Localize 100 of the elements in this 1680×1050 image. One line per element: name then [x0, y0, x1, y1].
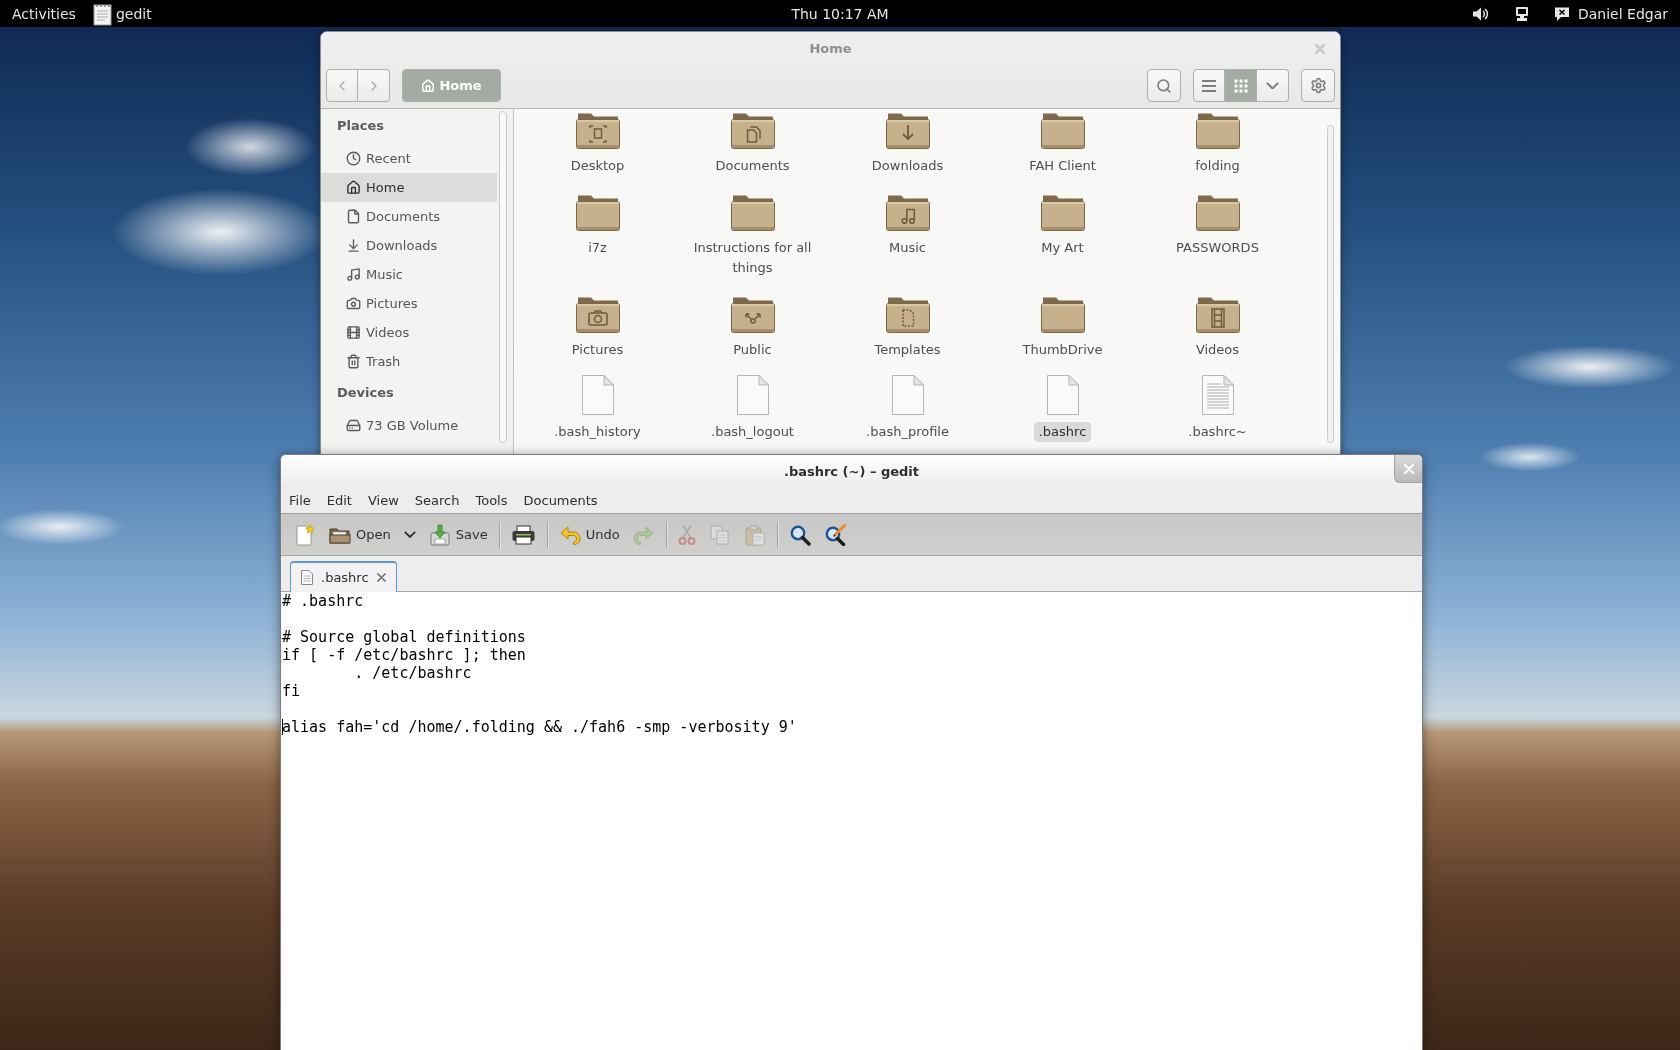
- list-view-button[interactable]: [1193, 69, 1225, 102]
- settings-button[interactable]: [1301, 69, 1335, 102]
- file-name[interactable]: Music: [884, 238, 931, 258]
- close-icon: [1403, 463, 1414, 474]
- folder-icon[interactable]: [1194, 194, 1241, 232]
- clipboard-icon: [743, 523, 766, 546]
- music-note-icon: [346, 267, 361, 282]
- view-menu-button[interactable]: [1257, 69, 1289, 102]
- file-name[interactable]: FAH Client: [1024, 156, 1101, 176]
- blank-file-icon[interactable]: [1045, 374, 1080, 416]
- undo-button[interactable]: Undo: [553, 517, 625, 552]
- file-name[interactable]: .bash_logout: [706, 422, 799, 442]
- sidebar-item[interactable]: Documents: [321, 202, 497, 231]
- blank-file-icon[interactable]: [580, 374, 615, 416]
- home-icon: [346, 180, 361, 195]
- arrow-into-tray-icon: [428, 523, 451, 546]
- folder-icon[interactable]: [729, 194, 776, 232]
- file-name[interactable]: Templates: [869, 340, 946, 360]
- clock-icon: [346, 151, 361, 166]
- sidebar-item[interactable]: Home: [321, 173, 497, 202]
- folder-icon[interactable]: [1039, 296, 1086, 334]
- file-name[interactable]: Public: [728, 340, 777, 360]
- folder-with-arrows-icon[interactable]: [729, 296, 776, 334]
- file-name[interactable]: Pictures: [566, 340, 629, 360]
- code-line: if [ -f /etc/bashrc ]; then: [282, 646, 526, 664]
- file-name[interactable]: Instructions for all things: [679, 238, 826, 278]
- text-file-icon[interactable]: [1200, 374, 1235, 416]
- file-name[interactable]: .bash_profile: [861, 422, 954, 442]
- close-button[interactable]: [1394, 455, 1422, 483]
- file-name[interactable]: Documents: [710, 156, 795, 176]
- tab[interactable]: .bashrc: [290, 561, 397, 592]
- search-button[interactable]: [1147, 69, 1181, 102]
- file-name[interactable]: .bashrc~: [1183, 422, 1252, 442]
- search-icon: [1156, 77, 1172, 94]
- window-title: Home: [809, 41, 852, 56]
- code-line: alias fah='cd /home/.folding && ./fah6 -smp -verbosity 9': [282, 718, 797, 736]
- file-name[interactable]: .bashrc: [1033, 422, 1092, 442]
- menu-item[interactable]: Documents: [515, 487, 606, 513]
- folder-with-camera-icon[interactable]: [574, 296, 621, 334]
- scissors-icon: [677, 523, 696, 546]
- folder-with-page-icon[interactable]: [574, 112, 621, 150]
- sidebar-item[interactable]: Downloads: [321, 231, 497, 260]
- file-name[interactable]: Videos: [1190, 340, 1245, 360]
- open-button[interactable]: Open: [324, 517, 396, 552]
- sidebar-item[interactable]: Trash: [321, 347, 497, 376]
- file-name[interactable]: i7z: [583, 238, 612, 258]
- folder-icon[interactable]: [574, 194, 621, 232]
- grid-view-button[interactable]: [1225, 69, 1257, 102]
- notepad-icon: [91, 1, 114, 26]
- file-name[interactable]: PASSWORDS: [1171, 238, 1264, 258]
- computer-icon[interactable]: [1513, 5, 1530, 22]
- file-name[interactable]: My Art: [1036, 238, 1089, 258]
- sidebar-item[interactable]: Pictures: [321, 289, 497, 318]
- menu-item[interactable]: File: [281, 487, 319, 513]
- file-name[interactable]: folding: [1190, 156, 1245, 176]
- sidebar-item[interactable]: Music: [321, 260, 497, 289]
- folder-with-pages-icon[interactable]: [729, 112, 776, 150]
- chevron-down-icon: [1266, 81, 1279, 90]
- code-line: # Source global definitions: [282, 628, 526, 646]
- user-menu-button[interactable]: Daniel Edgar: [1553, 0, 1668, 27]
- file-name[interactable]: .bash_history: [549, 422, 646, 442]
- menu-item[interactable]: Edit: [318, 487, 360, 513]
- text-area[interactable]: # .bashrc # Source global definitions if [ -f /etc/bashrc ]; then . /etc/bashrc fi alias fah='cd /home/.folding && ./fah6 -smp -verbosity 9': [281, 592, 1422, 1050]
- volume-icon[interactable]: [1471, 5, 1488, 22]
- film-icon: [346, 325, 361, 340]
- file-name[interactable]: Downloads: [866, 156, 949, 176]
- save-button[interactable]: Save: [423, 517, 493, 552]
- home-icon: [421, 78, 436, 93]
- sidebar-scrollbar[interactable]: [499, 111, 507, 443]
- file-name[interactable]: ThumbDrive: [1017, 340, 1108, 360]
- sidebar-item[interactable]: 73 GB Volume: [321, 411, 497, 440]
- chevron-down-icon: [403, 530, 416, 539]
- menu-item[interactable]: Tools: [467, 487, 516, 513]
- clock-button[interactable]: Thu 10:17 AM: [783, 0, 897, 27]
- app-menu-button[interactable]: gedit: [87, 0, 156, 27]
- forward-button[interactable]: [358, 69, 390, 102]
- undo-arrow-icon: [558, 523, 581, 546]
- magnifier-pencil-icon: [823, 523, 846, 546]
- folder-with-music-note-icon[interactable]: [884, 194, 931, 232]
- menu-item[interactable]: Search: [406, 487, 468, 513]
- activities-button[interactable]: Activities: [0, 0, 88, 27]
- blank-file-icon[interactable]: [735, 374, 770, 416]
- folder-with-arrow-icon[interactable]: [884, 112, 931, 150]
- folder-with-film-icon[interactable]: [1194, 296, 1241, 334]
- content-scrollbar[interactable]: [1327, 125, 1334, 443]
- file-name[interactable]: Desktop: [565, 156, 630, 176]
- menu-item[interactable]: View: [359, 487, 407, 513]
- sidebar-heading: Places: [336, 117, 386, 135]
- drive-icon: [346, 418, 361, 433]
- folder-icon[interactable]: [1039, 194, 1086, 232]
- sidebar-item[interactable]: Recent: [321, 144, 497, 173]
- folder-icon[interactable]: [1039, 112, 1086, 150]
- printer-icon: [510, 523, 536, 546]
- close-icon[interactable]: [376, 573, 386, 582]
- folder-icon[interactable]: [1194, 112, 1241, 150]
- back-button[interactable]: [326, 69, 358, 102]
- folder-with-dashed-page-icon[interactable]: [884, 296, 931, 334]
- blank-file-icon[interactable]: [890, 374, 925, 416]
- sidebar-item[interactable]: Videos: [321, 318, 497, 347]
- code-line: # .bashrc: [282, 592, 364, 610]
